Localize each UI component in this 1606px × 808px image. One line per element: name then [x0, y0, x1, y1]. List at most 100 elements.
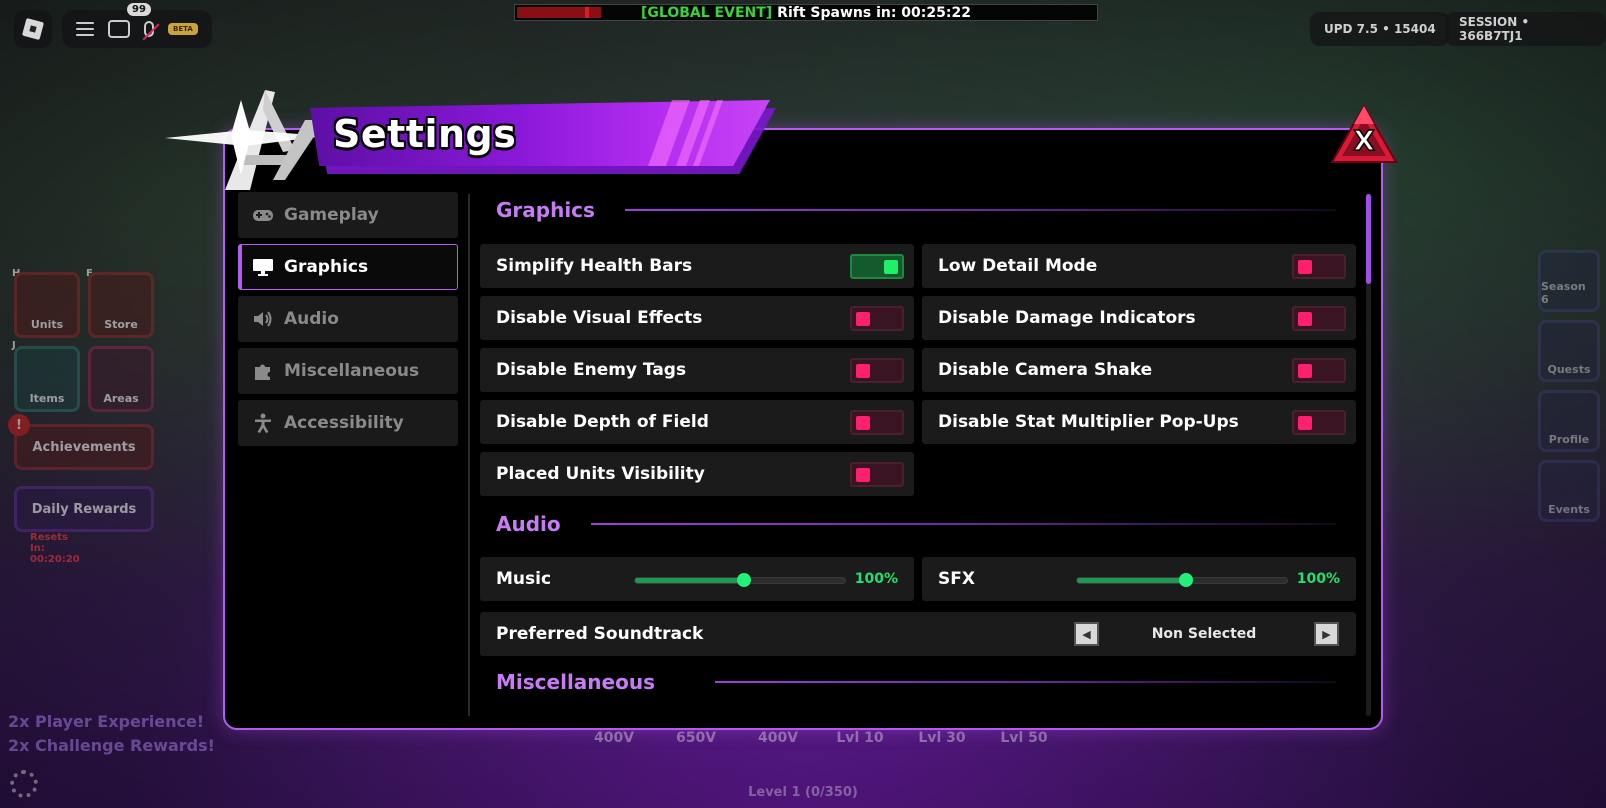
beta-badge: BETA	[168, 23, 198, 35]
season-button[interactable]: Season 6	[1538, 250, 1600, 312]
session-pill: SESSION • 366B7TJ1	[1445, 12, 1606, 46]
version-pill: UPD 7.5 • 15404	[1310, 12, 1450, 46]
event-tag: [GLOBAL EVENT]	[641, 4, 773, 21]
tab-gameplay[interactable]: Gameplay	[238, 192, 458, 238]
profile-button[interactable]: Profile	[1538, 390, 1600, 452]
achievements-button[interactable]: Achievements	[14, 424, 154, 470]
tab-miscellaneous[interactable]: Miscellaneous	[238, 348, 458, 394]
music-slider[interactable]	[634, 573, 846, 587]
toggle-knob	[856, 364, 870, 378]
arrow-left-icon: ◀	[1082, 627, 1091, 641]
tab-graphics[interactable]: Graphics	[238, 244, 458, 290]
setting-label: Disable Camera Shake	[938, 360, 1153, 380]
monitor-icon	[252, 258, 274, 276]
toggle-knob	[1298, 312, 1312, 326]
toggle-simplify-health-bars[interactable]	[850, 254, 904, 279]
close-button[interactable]: X	[1330, 104, 1398, 168]
graphics-section-header: Graphics	[496, 198, 1336, 222]
section-title-miscellaneous: Miscellaneous	[496, 670, 655, 694]
units-button[interactable]: Units	[14, 272, 80, 338]
roblox-menu-button[interactable]	[14, 10, 52, 48]
sfx-slider-knob[interactable]	[1179, 573, 1194, 587]
event-text: Rift Spawns in: 00:25:22	[777, 4, 971, 21]
bottom-hotbar: 400V 650V 400V Lvl 10 Lvl 30 Lvl 50	[580, 730, 1058, 746]
music-value: 100%	[854, 571, 898, 587]
puzzle-icon	[252, 362, 274, 380]
toggle-knob	[1298, 416, 1312, 430]
section-title-graphics: Graphics	[496, 198, 595, 222]
soundtrack-value: Non Selected	[1151, 626, 1257, 642]
events-button[interactable]: Events	[1538, 460, 1600, 522]
hotbar-slot[interactable]: 400V	[580, 730, 648, 746]
quests-button[interactable]: Quests	[1538, 320, 1600, 382]
roblox-topbar: BETA	[14, 10, 212, 48]
hotbar-slot[interactable]: Lvl 30	[908, 730, 976, 746]
toggle-disable-camera-shake[interactable]	[1292, 358, 1346, 383]
mic-muted-icon[interactable]	[144, 21, 154, 37]
setting-label: Simplify Health Bars	[496, 256, 693, 276]
toggle-knob	[856, 416, 870, 430]
soundtrack-prev-button[interactable]: ◀	[1074, 622, 1099, 646]
store-button[interactable]: Store	[88, 272, 154, 338]
gear-icon[interactable]	[10, 770, 38, 798]
achievements-alert: !	[8, 414, 30, 436]
tab-audio[interactable]: Audio	[238, 296, 458, 342]
settings-sidebar: Gameplay Graphics Audio Miscellaneous Ac…	[238, 192, 458, 452]
setting-label: Placed Units Visibility	[496, 464, 705, 484]
soundtrack-next-button[interactable]: ▶	[1314, 622, 1339, 646]
hotbar-slot[interactable]: 650V	[662, 730, 730, 746]
misc-section-header: Miscellaneous	[496, 670, 1336, 694]
scrollbar-thumb[interactable]	[1366, 194, 1371, 284]
setting-row-disable-stat-multiplier-popups: Disable Stat Multiplier Pop-Ups	[922, 400, 1356, 444]
toggle-knob	[856, 312, 870, 326]
toggle-knob	[1298, 364, 1312, 378]
toggle-placed-units-visibility[interactable]	[850, 462, 904, 487]
setting-label: Low Detail Mode	[938, 256, 1098, 276]
toggle-knob	[856, 468, 870, 482]
toggle-low-detail-mode[interactable]	[1292, 254, 1346, 279]
roblox-logo-icon	[21, 17, 45, 41]
setting-label: Disable Stat Multiplier Pop-Ups	[938, 412, 1239, 432]
areas-button[interactable]: Areas	[88, 346, 154, 412]
setting-label: Disable Enemy Tags	[496, 360, 687, 380]
close-icon: X	[1353, 124, 1375, 157]
arrow-right-icon: ▶	[1322, 627, 1331, 641]
hotbar-slot[interactable]: Lvl 10	[826, 730, 894, 746]
music-slider-knob[interactable]	[737, 573, 752, 587]
audio-section-header: Audio	[496, 512, 1336, 536]
tab-graphics-label: Graphics	[284, 257, 369, 277]
tab-accessibility[interactable]: Accessibility	[238, 400, 458, 446]
chat-icon[interactable]	[108, 20, 130, 38]
toggle-disable-damage-indicators[interactable]	[1292, 306, 1346, 331]
sfx-slider[interactable]	[1076, 573, 1288, 587]
speaker-icon	[252, 310, 274, 328]
toggle-disable-visual-effects[interactable]	[850, 306, 904, 331]
setting-row-simplify-health-bars: Simplify Health Bars	[480, 244, 914, 288]
sidebar-divider	[468, 194, 470, 716]
settings-scrollbar[interactable]	[1366, 194, 1371, 716]
setting-label: Disable Damage Indicators	[938, 308, 1196, 328]
hamburger-icon[interactable]	[76, 22, 94, 36]
toggle-disable-enemy-tags[interactable]	[850, 358, 904, 383]
toggle-disable-stat-multiplier-popups[interactable]	[1292, 410, 1346, 435]
hotbar-slot[interactable]: 400V	[744, 730, 812, 746]
daily-reset-timer: Resets In: 00:20:20	[30, 532, 80, 565]
toggle-disable-depth-of-field[interactable]	[850, 410, 904, 435]
section-divider-line	[624, 209, 1336, 211]
items-button[interactable]: Items	[14, 346, 80, 412]
bonus-xp-text: 2x Player Experience!	[8, 712, 205, 731]
sfx-slider-fill	[1077, 578, 1187, 583]
tab-gameplay-label: Gameplay	[284, 205, 379, 225]
setting-label: SFX	[938, 569, 975, 589]
settings-content: Graphics Simplify Health Bars Low Detail…	[480, 194, 1358, 714]
tab-audio-label: Audio	[284, 309, 339, 329]
tab-miscellaneous-label: Miscellaneous	[284, 361, 420, 381]
tab-accessibility-label: Accessibility	[284, 413, 404, 433]
global-event-bar: [GLOBAL EVENT] Rift Spawns in: 00:25:22	[514, 4, 1098, 21]
hotbar-slot[interactable]: Lvl 50	[990, 730, 1058, 746]
daily-rewards-button[interactable]: Daily Rewards	[14, 486, 154, 532]
section-divider-line	[590, 523, 1336, 525]
setting-row-disable-depth-of-field: Disable Depth of Field	[480, 400, 914, 444]
section-divider-line	[714, 681, 1336, 683]
music-slider-fill	[635, 578, 745, 583]
